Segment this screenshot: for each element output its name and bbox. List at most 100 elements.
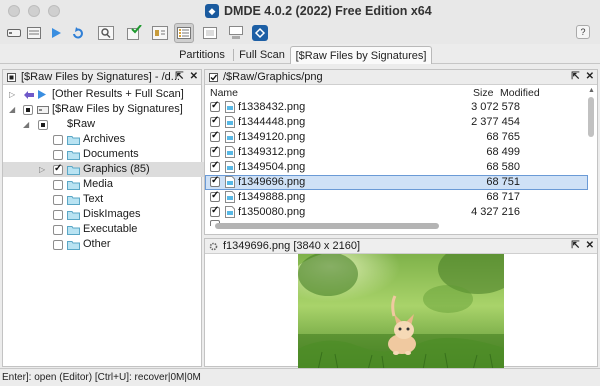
tree-checkbox[interactable]: [53, 240, 63, 250]
preview-panel: f1349696.png [3840 x 2160] ⇱ ✕: [204, 238, 598, 370]
scroll-up-arrow-icon[interactable]: ▲: [588, 87, 595, 95]
tree-checkbox[interactable]: [53, 210, 63, 220]
detail-view-button[interactable]: [200, 23, 220, 43]
file-row[interactable]: f1349888.png 68 717: [205, 190, 588, 205]
file-row[interactable]: f1338432.png 3 072 578: [205, 100, 588, 115]
search-button[interactable]: [96, 23, 116, 43]
tab-full-scan[interactable]: Full Scan: [236, 46, 288, 64]
search-icon: [98, 26, 114, 40]
tree-checkbox[interactable]: [53, 163, 63, 175]
file-checkbox[interactable]: [210, 160, 220, 172]
vertical-scrollbar[interactable]: ▲: [587, 87, 595, 223]
file-checkbox[interactable]: [210, 130, 220, 142]
tree-item-documents[interactable]: Documents: [3, 147, 205, 162]
folder-icon: [67, 166, 80, 175]
horizontal-scrollbar[interactable]: [215, 223, 439, 229]
tree-checkbox[interactable]: [53, 180, 63, 190]
file-checkbox[interactable]: [210, 175, 220, 187]
list-view-button[interactable]: [174, 23, 194, 43]
tree-item-other-results[interactable]: ▷ [Other Results + Full Scan]: [3, 87, 205, 102]
file-row[interactable]: f1349120.png 68 765: [205, 130, 588, 145]
file-image-icon: [225, 176, 235, 188]
tree-checkbox[interactable]: [53, 135, 63, 145]
zoom-window-button[interactable]: [48, 5, 60, 17]
tab-raw-files[interactable]: [$Raw Files by Signatures]: [290, 46, 432, 64]
tree-item-text[interactable]: Text: [3, 192, 205, 207]
image-preview: [298, 254, 504, 370]
file-name: f1350080.png: [238, 206, 306, 218]
status-text: Enter]: open (Editor) [Ctrl+U]: recover|…: [2, 372, 201, 383]
file-image-icon: [225, 131, 235, 143]
file-list-panel: /$Raw/Graphics/png ⇱ ✕ Name Size Modifie…: [204, 69, 598, 235]
file-checkbox[interactable]: [210, 115, 220, 127]
maximize-panel-icon[interactable]: ⇱: [571, 71, 579, 82]
refresh-button[interactable]: [68, 23, 88, 43]
folder-icon: [67, 241, 80, 250]
tree-item-raw-signatures[interactable]: ◢ [$Raw Files by Signatures]: [3, 102, 205, 117]
file-checkbox[interactable]: [210, 205, 220, 217]
tree-panel-header: [$Raw Files by Signatures] - /d... ⇱ ✕: [3, 70, 201, 85]
collapse-arrow-icon[interactable]: ◢: [9, 106, 17, 114]
help-button[interactable]: ?: [576, 25, 590, 39]
tree-item-media[interactable]: Media: [3, 177, 205, 192]
app-logo-button[interactable]: [250, 23, 270, 43]
file-size: 68 765: [486, 131, 520, 143]
file-checkbox[interactable]: [210, 145, 220, 157]
vertical-scroll-thumb[interactable]: [588, 97, 594, 137]
play-icon: [38, 90, 46, 99]
file-checkbox[interactable]: [210, 190, 220, 202]
tree-item-raw[interactable]: ◢ $Raw: [3, 117, 205, 132]
expand-arrow-icon[interactable]: ▷: [9, 91, 17, 99]
preview-panel-header: f1349696.png [3840 x 2160] ⇱ ✕: [205, 239, 597, 254]
settings-button[interactable]: [150, 23, 170, 43]
tree-checkbox[interactable]: [53, 195, 63, 205]
tree-item-other[interactable]: Other: [3, 237, 205, 252]
tree-item-archives[interactable]: Archives: [3, 132, 205, 147]
file-size: 68 499: [486, 146, 520, 158]
close-panel-icon[interactable]: ✕: [190, 71, 198, 82]
expand-arrow-icon[interactable]: ▷: [39, 166, 47, 174]
tree-item-label: Documents: [83, 148, 139, 160]
panel-checkbox-icon: [7, 72, 16, 82]
file-image-icon: [225, 101, 235, 113]
file-row-selected[interactable]: f1349696.png 68 751: [205, 175, 588, 190]
tree-item-graphics[interactable]: ▷ Graphics (85): [3, 162, 205, 177]
tree-checkbox[interactable]: [53, 225, 63, 235]
collapse-arrow-icon[interactable]: ◢: [23, 121, 31, 129]
maximize-panel-icon[interactable]: ⇱: [175, 71, 183, 82]
file-list-path: /$Raw/Graphics/png: [223, 71, 323, 83]
tree-item-label: DiskImages: [83, 208, 141, 220]
tree-item-executable[interactable]: Executable: [3, 222, 205, 237]
panel-checkbox-icon: [209, 72, 218, 82]
column-header-name[interactable]: Name: [210, 87, 238, 99]
tree-item-label: Media: [83, 178, 113, 190]
tree-checkbox[interactable]: [23, 105, 33, 115]
file-size: 3 072 578: [471, 101, 520, 113]
tree-item-diskimages[interactable]: DiskImages: [3, 207, 205, 222]
column-header-modified[interactable]: Modified: [500, 87, 540, 99]
close-window-button[interactable]: [8, 5, 20, 17]
file-row[interactable]: f1349312.png 68 499: [205, 145, 588, 160]
tab-partitions[interactable]: Partitions: [173, 46, 231, 64]
preview-title: f1349696.png [3840 x 2160]: [223, 240, 361, 252]
minimize-window-button[interactable]: [28, 5, 40, 17]
drive-button[interactable]: [4, 23, 24, 43]
thumbnail-view-button[interactable]: [226, 23, 246, 43]
file-row[interactable]: f1349504.png 68 580: [205, 160, 588, 175]
tree-checkbox[interactable]: [53, 150, 63, 160]
maximize-panel-icon[interactable]: ⇱: [571, 240, 579, 251]
column-header-size[interactable]: Size: [473, 87, 493, 99]
close-panel-icon[interactable]: ✕: [586, 240, 594, 251]
tree-checkbox[interactable]: [38, 120, 48, 130]
file-size: 68 717: [486, 191, 520, 203]
check-button[interactable]: [124, 23, 144, 43]
file-size: 4 327 216: [471, 206, 520, 218]
tree-item-label: Executable: [83, 223, 138, 235]
close-panel-icon[interactable]: ✕: [586, 71, 594, 82]
open-button[interactable]: [46, 23, 66, 43]
file-row[interactable]: f1344448.png 2 377 454: [205, 115, 588, 130]
file-row[interactable]: f1350080.png 4 327 216: [205, 205, 588, 220]
thumb-view-icon: [229, 26, 243, 39]
file-checkbox[interactable]: [210, 100, 220, 112]
partitions-list-button[interactable]: [24, 23, 44, 43]
